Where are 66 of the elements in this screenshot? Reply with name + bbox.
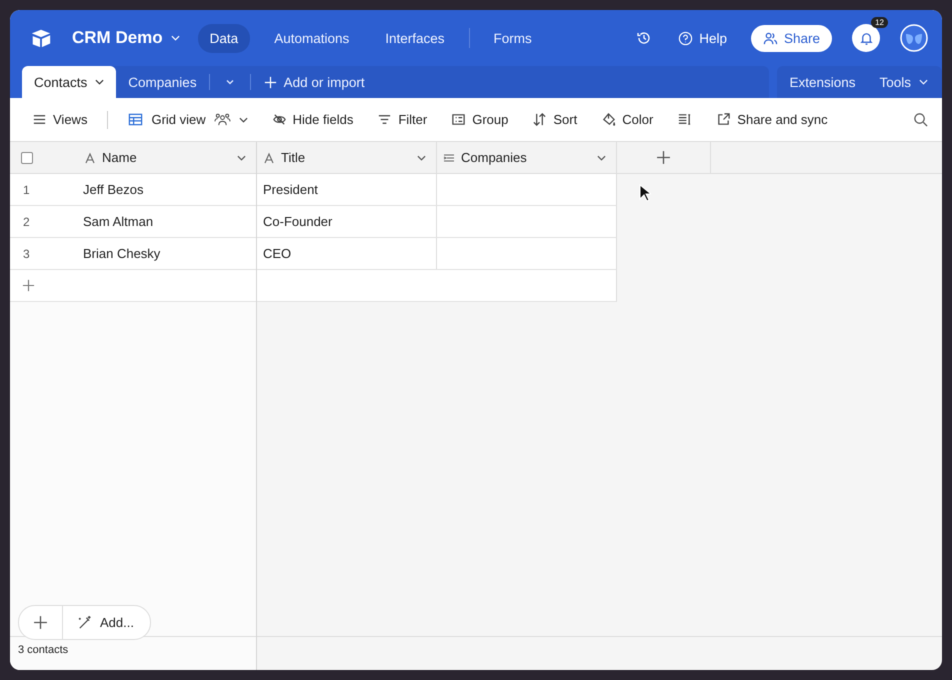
chevron-down-icon — [238, 116, 248, 122]
table-tab[interactable]: Companies — [116, 66, 209, 98]
filter-button[interactable]: Filter — [377, 112, 428, 127]
menu-icon — [32, 112, 47, 127]
pointer-icon — [639, 184, 651, 202]
group-button[interactable]: Group — [451, 112, 508, 127]
base-title-button[interactable]: CRM Demo — [72, 28, 180, 48]
people-icon — [762, 30, 778, 46]
add-field-icon[interactable] — [656, 150, 671, 165]
row-number: 3 — [22, 246, 31, 260]
help-button[interactable]: Help — [678, 30, 727, 46]
eye-slash-icon — [272, 112, 287, 127]
linked-field-icon — [443, 152, 455, 164]
chevron-down-icon — [919, 79, 928, 85]
share-button[interactable]: Share and sync — [716, 112, 828, 127]
color-button[interactable]: Color — [601, 112, 654, 127]
column-header[interactable]: Title — [257, 142, 437, 173]
paint-bucket-icon — [601, 112, 616, 127]
chevron-down-icon — [95, 79, 104, 85]
nav-tab[interactable]: Interfaces — [373, 24, 457, 52]
chevron-down-icon — [417, 154, 426, 160]
plus-icon — [33, 615, 48, 630]
history-icon[interactable] — [636, 30, 652, 46]
magic-wand-icon — [77, 615, 92, 630]
column-header[interactable]: Companies — [437, 142, 617, 173]
notification-count: 12 — [871, 17, 888, 28]
table-cell[interactable]: Sam Altman — [83, 214, 154, 229]
nav-tab[interactable]: Automations — [262, 24, 362, 52]
chevron-down-icon — [170, 35, 180, 41]
view-switcher[interactable]: Grid view — [128, 112, 248, 127]
table-cell[interactable]: Jeff Bezos — [83, 182, 144, 197]
bell-icon — [858, 30, 874, 46]
filter-icon — [377, 112, 392, 127]
notifications-button[interactable] — [852, 24, 880, 52]
chevron-down-icon — [597, 154, 606, 160]
row-height-button[interactable] — [677, 112, 692, 127]
sort-button[interactable]: Sort — [532, 112, 578, 127]
external-link-icon — [716, 112, 732, 127]
chevron-down-icon — [237, 154, 246, 160]
table-cell[interactable]: Brian Chesky — [83, 246, 160, 261]
logo-icon[interactable] — [30, 28, 52, 48]
row-number: 2 — [22, 214, 31, 228]
views-button[interactable]: Views — [32, 112, 88, 127]
text-field-icon — [84, 152, 96, 164]
list-icon — [451, 112, 466, 127]
row-number: 1 — [22, 182, 31, 196]
people-icon — [214, 112, 231, 127]
extensions-button[interactable]: Extensions — [789, 74, 856, 90]
row-height-icon — [677, 112, 692, 127]
grid-icon — [128, 112, 144, 127]
share-button[interactable]: Share — [750, 24, 832, 52]
table-tab[interactable]: Contacts — [22, 66, 116, 98]
text-field-icon — [263, 152, 275, 164]
sort-icon — [532, 112, 548, 127]
add-table-button[interactable]: Add or import — [250, 74, 377, 90]
help-icon — [678, 30, 694, 46]
nav-tab[interactable]: Forms — [482, 24, 544, 52]
select-all-checkbox[interactable] — [21, 152, 33, 164]
search-icon[interactable] — [913, 112, 928, 127]
record-count: 3 contacts — [18, 644, 68, 656]
tools-button[interactable]: Tools — [879, 74, 928, 90]
add-row-icon[interactable] — [22, 279, 35, 292]
nav-tab[interactable]: Data — [198, 24, 250, 52]
hide-button[interactable]: Hide fields — [272, 112, 354, 127]
avatar-icon[interactable] — [900, 24, 928, 52]
plus-icon — [262, 74, 278, 90]
